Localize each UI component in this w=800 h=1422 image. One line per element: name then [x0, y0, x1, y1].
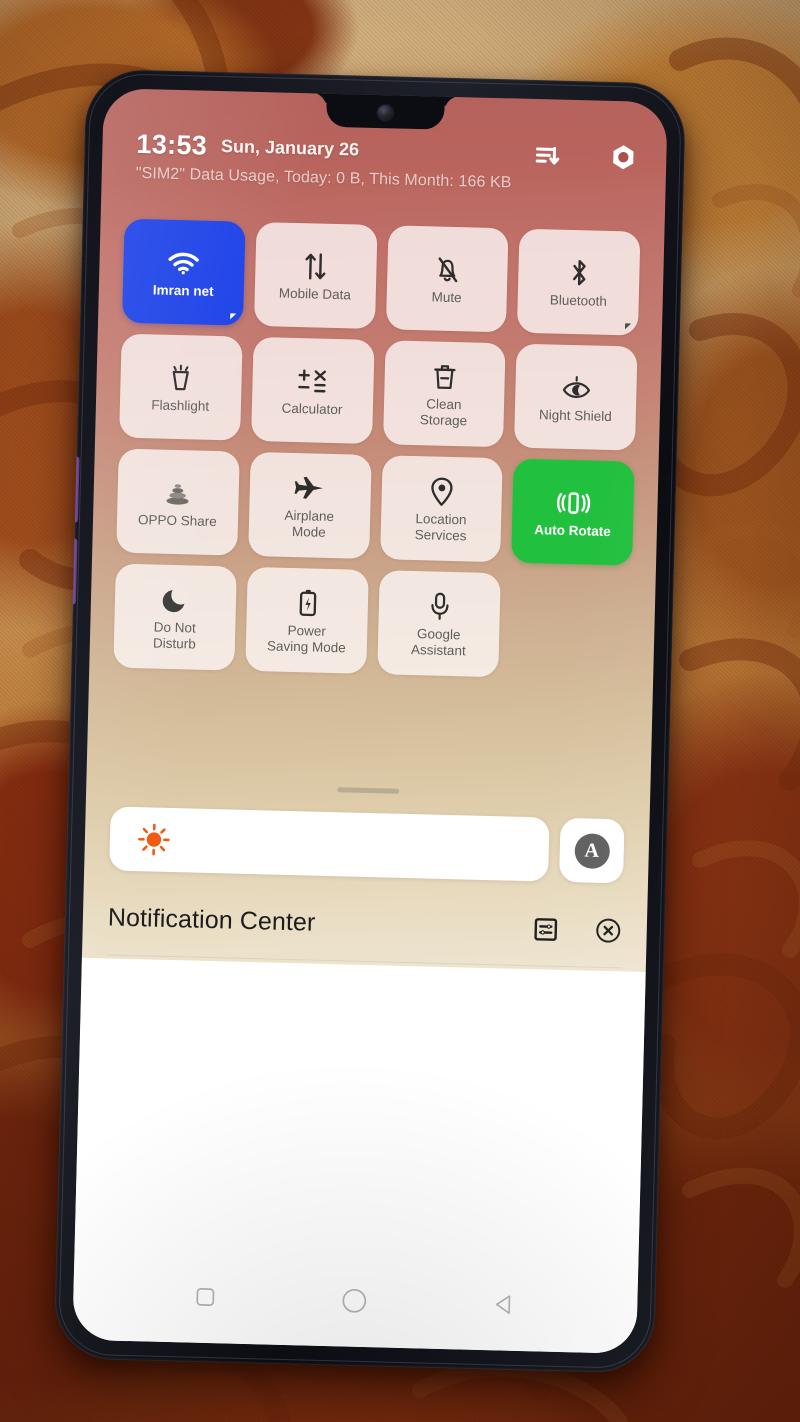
tile-label: Mobile Data: [278, 285, 352, 302]
tile-label: Do Not Disturb: [152, 619, 196, 652]
airplane-icon: [294, 471, 327, 506]
tile-label: Auto Rotate: [534, 521, 611, 539]
location-pin-icon: [428, 474, 455, 509]
tile-oppo-share[interactable]: OPPO Share: [116, 448, 240, 556]
photo-scene: 13:53 Sun, January 26 "SIM2" Data Usage,…: [0, 0, 800, 1422]
tile-label: OPPO Share: [137, 511, 217, 529]
auto-brightness-label: A: [573, 832, 610, 869]
auto-rotate-icon: [556, 485, 591, 520]
notification-settings-icon[interactable]: [532, 916, 559, 943]
tile-bluetooth[interactable]: Bluetooth: [517, 228, 641, 336]
tile-label: Power Saving Mode: [266, 622, 346, 655]
tile-expand-arrow[interactable]: [229, 313, 237, 320]
tile-auto-rotate[interactable]: Auto Rotate: [511, 458, 635, 566]
clear-all-circle-x-icon[interactable]: [594, 917, 622, 945]
bell-muted-icon: [433, 252, 462, 287]
status-spacer: [373, 150, 520, 154]
tile-location-services[interactable]: Location Services: [379, 455, 503, 563]
notification-center-header: Notification Center: [108, 903, 623, 945]
data-transfer-icon: [302, 249, 329, 284]
status-time: 13:53: [136, 128, 208, 161]
notification-center-title: Notification Center: [107, 903, 316, 937]
tile-night-shield[interactable]: Night Shield: [514, 343, 638, 451]
home-button[interactable]: [339, 1285, 370, 1316]
panel-drag-handle[interactable]: [337, 787, 400, 794]
status-date: Sun, January 26: [220, 136, 360, 160]
smartphone-device: 13:53 Sun, January 26 "SIM2" Data Usage,…: [53, 68, 687, 1374]
oppo-share-icon: [162, 475, 195, 510]
sort-descending-icon[interactable]: [534, 142, 561, 167]
trash-icon: [431, 359, 458, 394]
sun-icon: [137, 822, 172, 857]
front-camera-icon: [377, 105, 394, 121]
battery-bolt-icon: [295, 586, 320, 621]
tile-label: Bluetooth: [549, 291, 608, 309]
tile-expand-arrow[interactable]: [624, 323, 632, 330]
tile-do-not-disturb[interactable]: Do Not Disturb: [113, 563, 237, 671]
tile-mute[interactable]: Mute: [385, 225, 509, 333]
calculator-icon: [296, 364, 329, 399]
moon-icon: [161, 582, 190, 617]
back-button[interactable]: [490, 1290, 519, 1319]
tile-google-assistant[interactable]: Google Assistant: [377, 570, 501, 678]
tile-label: Imran net: [152, 281, 214, 299]
microphone-icon: [427, 589, 452, 624]
waterdrop-notch: [326, 92, 445, 130]
tile-power-saving-mode[interactable]: Power Saving Mode: [245, 566, 369, 674]
quick-settings-row: Imran net Mobile Data Mute Bluetooth: [122, 218, 641, 336]
recents-button[interactable]: [192, 1284, 219, 1311]
wifi-icon: [167, 245, 200, 280]
bluetooth-icon: [568, 255, 591, 290]
tile-mobile-data[interactable]: Mobile Data: [253, 221, 378, 329]
gear-hex-icon[interactable]: [610, 143, 637, 170]
tile-label: Clean Storage: [419, 395, 468, 428]
quick-settings-row: Flashlight Calculator Clean Storage Nigh…: [119, 333, 638, 451]
flashlight-icon: [168, 360, 195, 395]
tile-label: Google Assistant: [410, 625, 466, 658]
auto-brightness-button[interactable]: A: [558, 817, 625, 884]
tile-label: Calculator: [281, 400, 343, 417]
brightness-control-row: A: [109, 806, 625, 884]
tile-label: Location Services: [414, 510, 467, 543]
quick-settings-row: Do Not Disturb Power Saving Mode Google …: [113, 563, 631, 681]
tile-label: Airplane Mode: [284, 507, 335, 540]
tile-flashlight[interactable]: Flashlight: [119, 333, 243, 441]
tile-clean-storage[interactable]: Clean Storage: [382, 340, 506, 448]
tile-airplane-mode[interactable]: Airplane Mode: [247, 451, 372, 559]
tile-label: Night Shield: [538, 406, 612, 424]
tile-label: Flashlight: [151, 396, 210, 414]
brightness-slider[interactable]: [109, 806, 550, 882]
quick-settings-grid: Imran net Mobile Data Mute Bluetooth Fla…: [113, 218, 641, 681]
tile-calculator[interactable]: Calculator: [250, 336, 375, 444]
tile-label: Mute: [431, 288, 462, 305]
eye-moon-icon: [560, 370, 593, 405]
quick-settings-row: OPPO Share Airplane Mode Location Servic…: [116, 448, 635, 566]
tile-wifi[interactable]: Imran net: [122, 218, 246, 326]
phone-screen: 13:53 Sun, January 26 "SIM2" Data Usage,…: [72, 88, 668, 1354]
